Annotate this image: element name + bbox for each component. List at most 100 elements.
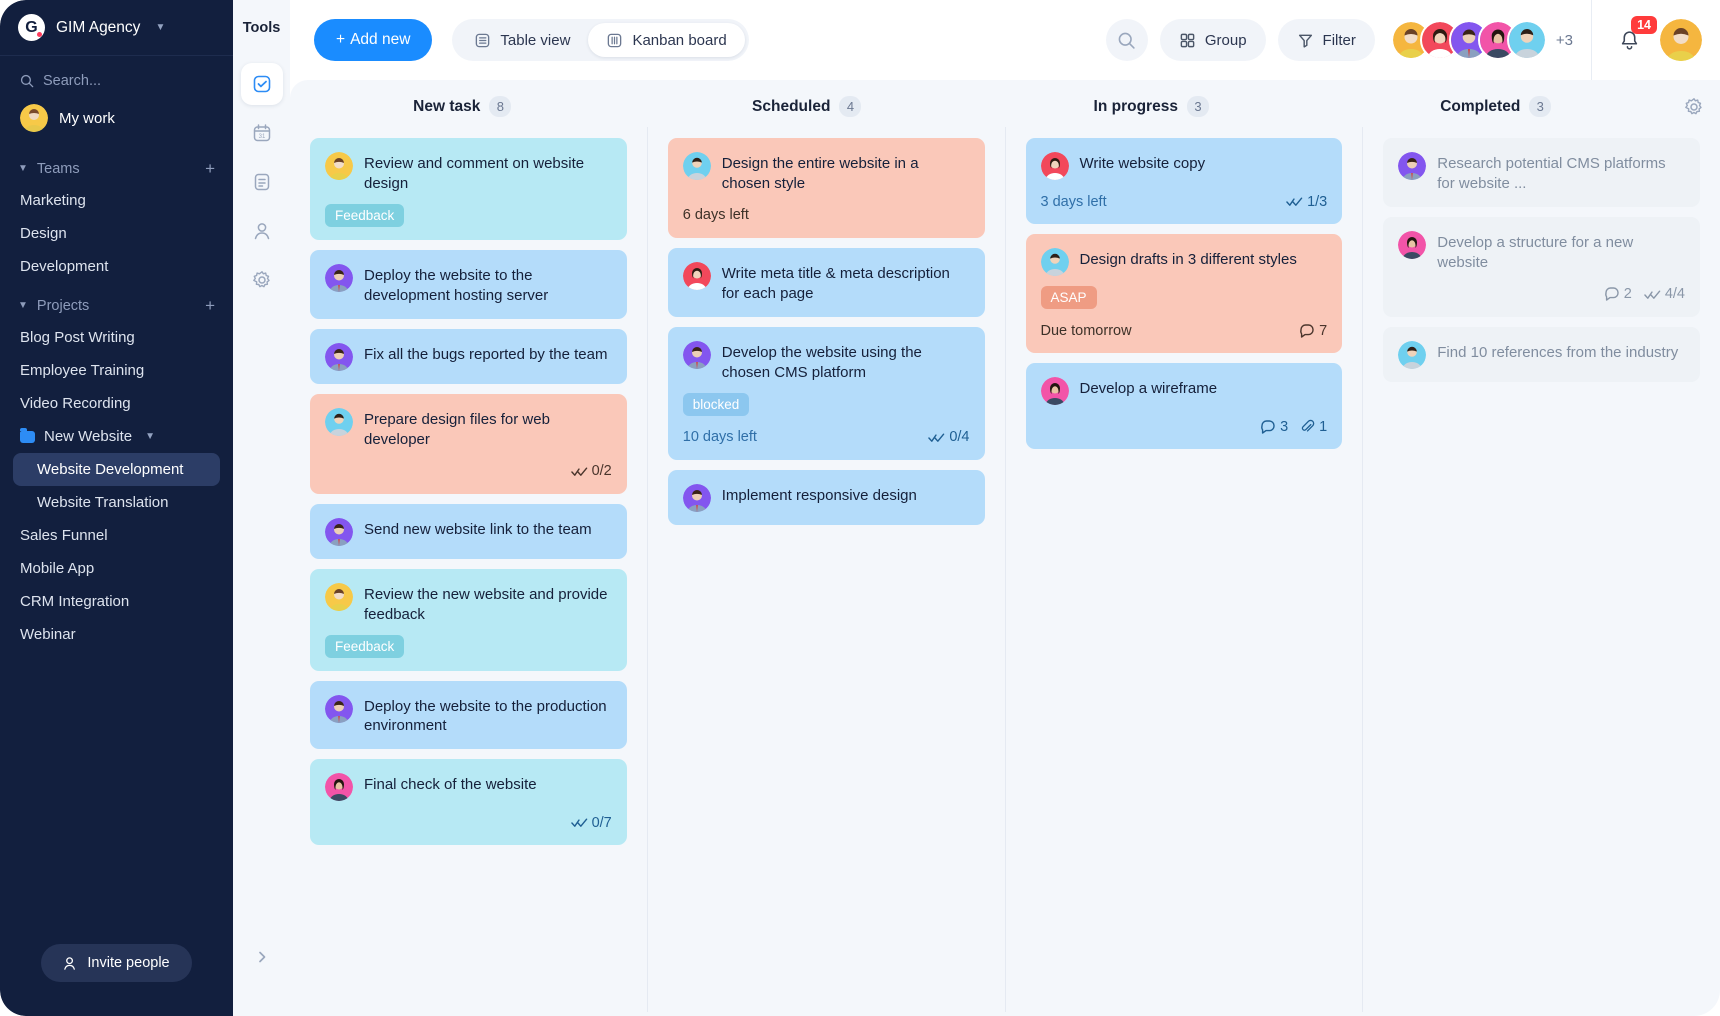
sidebar-item-design[interactable]: Design (0, 217, 233, 250)
sidebar-item-label: Website Development (37, 461, 184, 478)
plus-icon[interactable]: + (205, 297, 215, 314)
rail-collapse-button[interactable] (247, 942, 277, 972)
filter-button[interactable]: Filter (1277, 19, 1375, 61)
due-date: Due tomorrow (1040, 322, 1132, 339)
avatar (682, 152, 711, 180)
task-title: Research potential CMS platforms for web… (1437, 155, 1666, 192)
task-title: Send new website link to the team (364, 520, 592, 538)
sidebar-item-video-recording[interactable]: Video Recording (0, 387, 233, 420)
comment-icon (1604, 287, 1619, 301)
rail-item-notes[interactable] (241, 161, 283, 203)
task-card[interactable]: Implement responsive design (667, 469, 985, 525)
task-card[interactable]: Write website copy 3 days left 1/3 (1025, 138, 1343, 224)
sidebar-section-teams[interactable]: ▼ Teams + (0, 146, 233, 184)
sidebar-item-website-development[interactable]: Website Development (13, 453, 220, 486)
task-card[interactable]: Design drafts in 3 different styles ASAP… (1025, 234, 1343, 353)
sidebar-item-label: Development (20, 258, 109, 275)
task-card[interactable]: Review the new website and provide feedb… (310, 568, 627, 671)
due-date: 3 days left (1040, 193, 1107, 210)
task-title: Deploy the website to the development ho… (364, 266, 549, 304)
avatar (682, 483, 711, 512)
brand-logo-letter: G (25, 18, 38, 36)
avatar (1506, 20, 1547, 60)
notification-count-badge: 14 (1631, 16, 1657, 34)
rail-item-contacts[interactable] (241, 210, 283, 252)
task-title: Deploy the website to the production env… (364, 697, 607, 735)
board-settings-button[interactable] (1668, 97, 1720, 117)
task-card[interactable]: Review and comment on website design Fee… (310, 138, 627, 240)
sidebar-item-crm-integration[interactable]: CRM Integration (0, 585, 233, 618)
sidebar-item-label: Marketing (20, 192, 86, 209)
avatar (325, 517, 353, 546)
brand-logo-icon: G (18, 14, 45, 41)
add-new-button[interactable]: + Add new (314, 19, 433, 61)
task-card[interactable]: Develop a wireframe 3 1 (1025, 363, 1343, 449)
comment-count: 3 (1280, 418, 1289, 435)
task-card[interactable]: Find 10 references from the industry (1383, 326, 1700, 382)
rail-item-tasks[interactable] (240, 63, 283, 105)
group-button[interactable]: Group (1159, 19, 1266, 61)
avatar (1040, 377, 1069, 405)
member-overflow-count[interactable]: +3 (1556, 32, 1573, 49)
search-button[interactable] (1105, 19, 1148, 61)
table-icon (476, 33, 490, 47)
invite-people-button[interactable]: Invite people (41, 944, 192, 982)
rail-item-settings[interactable] (241, 259, 283, 301)
sidebar-item-sales-funnel[interactable]: Sales Funnel (0, 519, 233, 552)
avatar (1040, 152, 1069, 180)
paperclip-icon (1302, 419, 1315, 432)
search-icon (1118, 32, 1136, 49)
task-card[interactable]: Write meta title & meta description for … (667, 247, 985, 317)
sidebar-item-label: Website Translation (37, 494, 169, 511)
column-header-completed[interactable]: Completed 3 (1324, 96, 1669, 117)
chevron-down-icon: ▼ (18, 163, 28, 174)
task-tag: blocked (682, 392, 750, 416)
task-card[interactable]: Prepare design files for web developer 0… (310, 393, 627, 494)
task-card[interactable]: Send new website link to the team (310, 503, 627, 559)
sidebar-item-webinar[interactable]: Webinar (0, 618, 233, 651)
sidebar-item-mobile-app[interactable]: Mobile App (0, 552, 233, 585)
column-header-new-task[interactable]: New task 8 (290, 96, 635, 117)
task-card[interactable]: Develop a structure for a new website 2 (1383, 216, 1700, 317)
task-card[interactable]: Fix all the bugs reported by the team (310, 328, 627, 384)
chevron-right-icon (258, 951, 265, 963)
sidebar-item-my-work[interactable]: My work (0, 98, 233, 146)
tab-kanban-board[interactable]: Kanban board (588, 23, 745, 57)
task-card[interactable]: Develop the website using the chosen CMS… (667, 326, 985, 460)
chevron-down-icon: ▼ (18, 300, 28, 311)
sidebar-section-projects[interactable]: ▼ Projects + (0, 283, 233, 321)
task-card[interactable]: Design the entire website in a chosen st… (667, 138, 985, 238)
task-card[interactable]: Research potential CMS platforms for web… (1383, 138, 1700, 207)
column-header-in-progress[interactable]: In progress 3 (979, 96, 1324, 117)
column-header-scheduled[interactable]: Scheduled 4 (635, 96, 980, 117)
sidebar-item-development[interactable]: Development (0, 250, 233, 283)
gear-icon (252, 271, 270, 288)
notifications-button[interactable]: 14 (1610, 16, 1657, 59)
task-title: Final check of the website (364, 776, 537, 794)
attachment-count: 1 (1319, 418, 1328, 435)
checklist-count: 1/3 (1307, 193, 1328, 210)
sidebar-item-label: Webinar (20, 626, 76, 643)
chevron-down-icon: ▼ (145, 431, 155, 442)
task-title: Prepare design files for web developer (364, 410, 550, 448)
person-add-icon (64, 956, 76, 970)
workspace-switcher[interactable]: G GIM Agency ▼ (0, 0, 233, 56)
task-card[interactable]: Deploy the website to the development ho… (310, 249, 627, 319)
top-toolbar: + Add new Table view Kanban board Group … (290, 0, 1720, 80)
task-tag: ASAP (1040, 286, 1097, 309)
search-input[interactable]: Search... (0, 56, 233, 98)
sidebar-item-new-website[interactable]: New Website ▼ (0, 420, 233, 453)
member-avatars[interactable]: +3 (1390, 20, 1573, 60)
sidebar-item-marketing[interactable]: Marketing (0, 184, 233, 217)
current-user-avatar[interactable] (1660, 19, 1702, 61)
sidebar-item-blog-post-writing[interactable]: Blog Post Writing (0, 321, 233, 354)
folder-icon (20, 427, 35, 443)
tab-table-view[interactable]: Table view (456, 23, 588, 57)
sidebar-item-website-translation[interactable]: Website Translation (0, 486, 233, 519)
task-card[interactable]: Deploy the website to the production env… (310, 680, 627, 750)
plus-icon[interactable]: + (205, 160, 215, 177)
rail-item-calendar[interactable]: 31 (241, 112, 283, 154)
task-card[interactable]: Final check of the website 0/7 (310, 759, 627, 846)
checklist-meta: 0/7 (570, 815, 612, 831)
sidebar-item-employee-training[interactable]: Employee Training (0, 354, 233, 387)
